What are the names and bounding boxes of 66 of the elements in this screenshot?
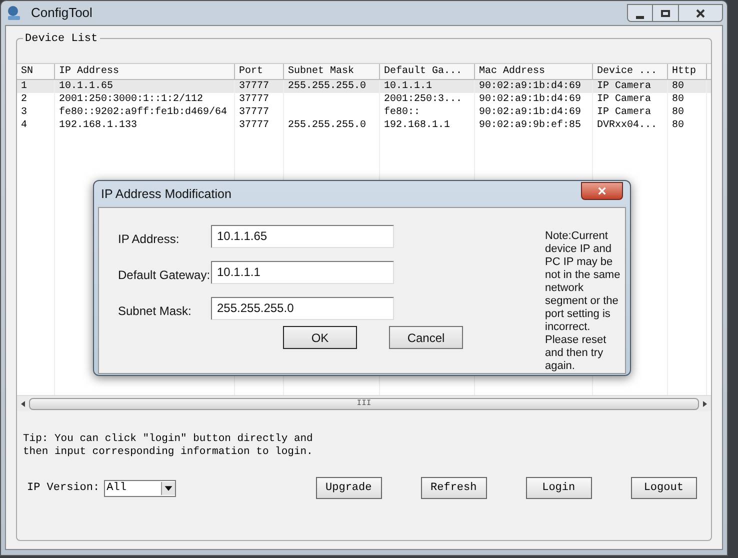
column-header[interactable]: Http xyxy=(668,64,707,79)
field-label: Subnet Mask: xyxy=(118,303,192,320)
table-cell: 90:02:a9:9b:ef:85 xyxy=(479,120,582,131)
column-header[interactable]: Default Ga... xyxy=(380,64,475,79)
table-cell: IP Camera xyxy=(597,107,652,118)
table-cell: fe80:: xyxy=(384,107,420,118)
table-cell: 10.1.1.1 xyxy=(384,81,432,92)
table-cell: 10.1.1.65 xyxy=(59,81,114,92)
window-title: ConfigTool xyxy=(31,4,92,22)
table-cell: 2001:250:3... xyxy=(384,94,462,105)
input-field[interactable]: 255.255.255.0 xyxy=(211,296,394,320)
input-field[interactable]: 10.1.1.1 xyxy=(211,260,394,284)
close-button[interactable] xyxy=(679,4,723,22)
minimize-button[interactable] xyxy=(627,4,653,22)
ip-version-label: IP Version: xyxy=(27,480,100,496)
table-cell: 37777 xyxy=(239,94,270,105)
table-cell: 80 xyxy=(672,81,684,92)
tip-text: Tip: You can click "login" button directly and then input corresponding information to login. xyxy=(23,433,314,459)
column-header[interactable]: Port xyxy=(235,64,284,79)
table-cell: 37777 xyxy=(239,120,270,131)
app-icon xyxy=(5,5,23,21)
table-cell: 80 xyxy=(672,94,684,105)
toolbar-button[interactable]: Login xyxy=(526,477,592,499)
table-cell: 2001:250:3000:1::1:2/112 xyxy=(59,94,204,105)
scrollbar-thumb[interactable]: III xyxy=(29,398,699,410)
dialog-button[interactable]: OK xyxy=(283,326,357,349)
note-text: Note:Current device IP and PC IP may be not in the same network segment or the port setting is incorrect. Please reset and then try again. xyxy=(545,230,622,373)
dialog-title: IP Address Modification xyxy=(101,186,232,203)
table-cell: 255.255.255.0 xyxy=(288,120,366,131)
table-cell: 90:02:a9:1b:d4:69 xyxy=(479,107,582,118)
input-field[interactable]: 10.1.1.65 xyxy=(211,224,394,248)
column-header[interactable]: IP Address xyxy=(55,64,235,79)
ip-version-dropdown[interactable]: All xyxy=(104,480,176,496)
close-icon xyxy=(696,8,705,18)
table-cell: DVRxx04... xyxy=(597,120,658,131)
table-cell: 90:02:a9:1b:d4:69 xyxy=(479,81,582,92)
table-cell: 37777 xyxy=(239,81,270,92)
toolbar-button[interactable]: Upgrade xyxy=(316,477,382,499)
column-header[interactable]: Mac Address xyxy=(475,64,593,79)
table-cell: IP Camera xyxy=(597,81,652,92)
table-cell: fe80::9202:a9ff:fe1b:d469/64 xyxy=(59,107,228,118)
table-cell: 192.168.1.1 xyxy=(384,120,450,131)
table-cell: IP Camera xyxy=(597,94,652,105)
horizontal-scrollbar[interactable]: III xyxy=(17,395,711,411)
column-header[interactable]: SN xyxy=(17,64,55,79)
column-header[interactable]: Device ... xyxy=(593,64,668,79)
maximize-button[interactable] xyxy=(653,4,679,22)
field-label: Default Gateway: xyxy=(118,267,211,284)
scroll-left-icon[interactable] xyxy=(19,400,27,408)
table-cell: 192.168.1.133 xyxy=(59,120,138,131)
toolbar-button[interactable]: Logout xyxy=(630,477,697,499)
table-cell: 37777 xyxy=(239,107,270,118)
table-cell: 90:02:a9:1b:d4:69 xyxy=(479,94,582,105)
dialog-button[interactable]: Cancel xyxy=(389,326,463,349)
table-cell: 4 xyxy=(21,120,28,131)
toolbar-button[interactable]: Refresh xyxy=(420,477,487,499)
table-cell: 80 xyxy=(672,120,684,131)
scroll-right-icon[interactable] xyxy=(701,400,709,408)
table-row[interactable]: 1 10.1.1.65 37777 255.255.255.0 10.1.1.1 90:02:a9:1b:d4:69 IP Camera 80 xyxy=(17,80,711,93)
table-cell: 80 xyxy=(672,107,684,118)
column-header[interactable]: Subnet Mask xyxy=(284,64,380,79)
table-cell: 2 xyxy=(21,94,28,105)
table-cell: 3 xyxy=(21,107,28,118)
table-cell: 255.255.255.0 xyxy=(288,81,366,92)
field-label: IP Address: xyxy=(118,231,180,248)
table-cell: 1 xyxy=(21,81,28,92)
